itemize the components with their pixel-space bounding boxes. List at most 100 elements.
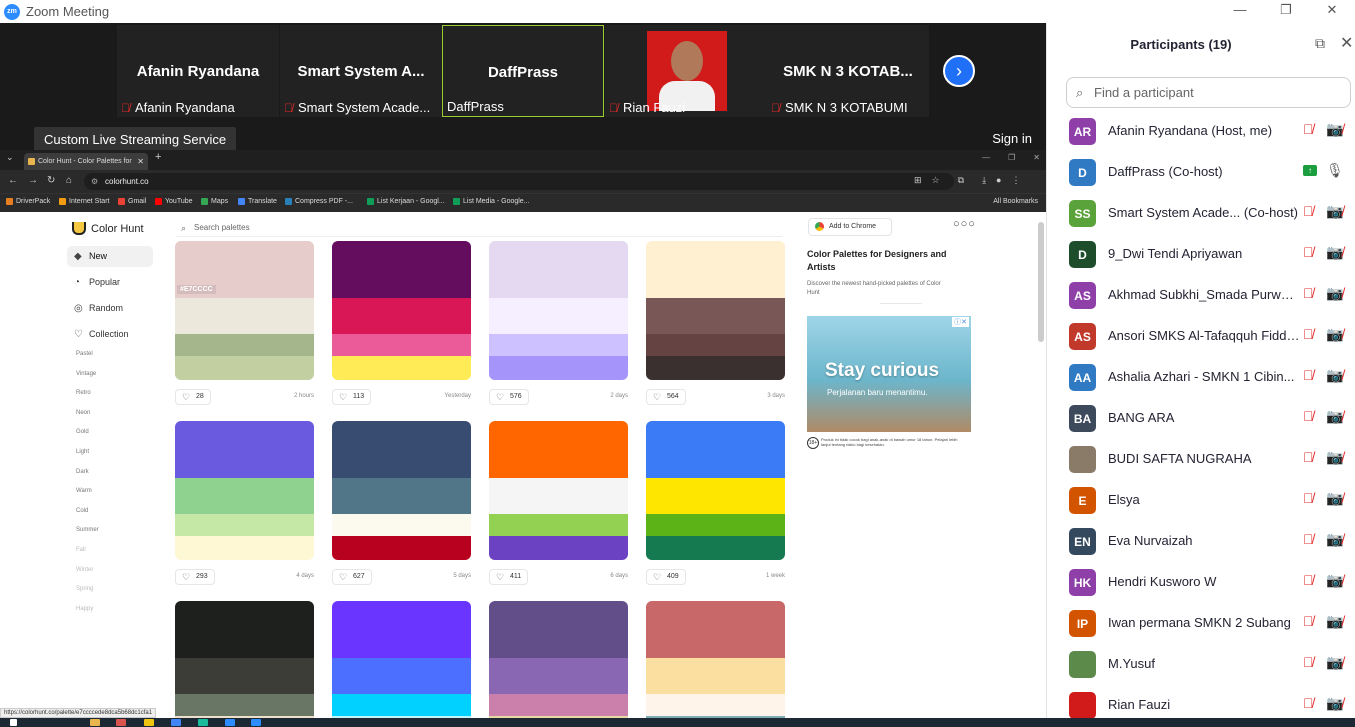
video-off-icon[interactable]: 📷̸ <box>1326 695 1343 712</box>
palette-swatch[interactable] <box>489 421 628 478</box>
palette-swatch[interactable] <box>332 241 471 298</box>
page-scrollbar[interactable] <box>1038 222 1044 342</box>
more-options-icon[interactable]: ○○○ <box>953 218 976 230</box>
back-arrow-icon[interactable]: ← <box>8 175 18 186</box>
mic-muted-icon[interactable]: 🎙̸ <box>1303 613 1314 629</box>
participant-row[interactable]: AR Afanin Ryandana (Host, me) 🎙̸ 📷̸ <box>1047 111 1355 152</box>
mic-on-icon[interactable]: 🎙 <box>1326 162 1344 179</box>
tag-link[interactable]: Warm <box>76 488 92 494</box>
like-button[interactable]: ♡ 411 <box>489 569 529 585</box>
app-icon[interactable] <box>225 719 235 726</box>
new-tab-plus-icon[interactable]: + <box>155 151 161 163</box>
video-off-icon[interactable]: 📷̸ <box>1326 285 1343 302</box>
tag-link[interactable]: Light <box>76 449 89 455</box>
like-button[interactable]: ♡ 28 <box>175 389 211 405</box>
next-page-chevron-right-icon[interactable]: › <box>943 55 975 87</box>
palette-swatch[interactable] <box>175 601 314 658</box>
palette-swatch[interactable] <box>646 657 785 695</box>
close-window-button[interactable]: ✕ <box>1309 0 1355 23</box>
palette-swatch[interactable] <box>489 241 628 298</box>
palette-swatch[interactable] <box>489 514 628 537</box>
tab-search-chevron-down-icon[interactable]: ⌄ <box>6 152 14 163</box>
browser-minimize-icon[interactable]: — <box>982 153 990 162</box>
palette-swatch[interactable] <box>175 356 314 380</box>
participant-row[interactable]: AS Ansori SMKS Al-Tafaqquh Fiddi... 🎙̸ 📷̸ <box>1047 316 1355 357</box>
mic-muted-icon[interactable]: 🎙̸ <box>1303 326 1314 342</box>
palette-swatch[interactable] <box>332 334 471 357</box>
video-tile-active-speaker[interactable]: DaffPrass DaffPrass <box>442 25 604 117</box>
palette-swatch[interactable] <box>646 536 785 560</box>
sidebar-item-random[interactable]: ◎ Random <box>67 298 153 319</box>
download-icon[interactable]: ⤓ <box>982 175 986 186</box>
mic-muted-icon[interactable]: 🎙̸ <box>1303 285 1314 301</box>
palette-swatch[interactable] <box>646 334 785 357</box>
palette-swatch[interactable] <box>646 601 785 658</box>
bookmark-item[interactable]: List Kerjaan - Googl... <box>367 198 445 205</box>
restore-button[interactable]: ❐ <box>1263 0 1309 23</box>
video-tile[interactable]: 🎙̸ Rian Fauzi <box>605 25 767 117</box>
video-off-icon[interactable]: 📷̸ <box>1326 531 1343 548</box>
palette-swatch[interactable] <box>646 694 785 717</box>
bookmark-item[interactable]: YouTube <box>155 198 193 205</box>
tag-link[interactable]: Vintage <box>76 371 96 377</box>
palette-swatch[interactable] <box>489 297 628 335</box>
address-bar[interactable]: ⚙ colorhunt.co <box>84 173 954 190</box>
participant-row[interactable]: IP Iwan permana SMKN 2 Subang 🎙̸ 📷̸ <box>1047 603 1355 644</box>
participant-row[interactable]: HK Hendri Kusworo W 🎙̸ 📷̸ <box>1047 562 1355 603</box>
palette-swatch[interactable] <box>489 536 628 560</box>
video-tile[interactable]: Smart System A... 🎙̸ Smart System Acade..… <box>280 25 442 117</box>
palette-swatch[interactable] <box>332 657 471 695</box>
app-icon[interactable] <box>116 719 126 726</box>
bookmark-item[interactable]: Internet Start <box>59 198 109 205</box>
palette-swatch[interactable] <box>332 356 471 380</box>
like-button[interactable]: ♡ 293 <box>175 569 215 585</box>
palette-card[interactable] <box>332 601 471 718</box>
hex-code-chip[interactable]: #E7CCCC <box>177 285 216 294</box>
mic-muted-icon[interactable]: 🎙̸ <box>1303 203 1314 219</box>
video-tile[interactable]: Afanin Ryandana 🎙̸ Afanin Ryandana <box>117 25 279 117</box>
bookmark-item[interactable]: List Media - Google... <box>453 198 530 205</box>
browser-restore-icon[interactable]: ❐ <box>1008 153 1015 162</box>
browser-close-icon[interactable]: ✕ <box>1033 153 1040 162</box>
palette-card[interactable] <box>489 601 628 718</box>
palette-card[interactable] <box>489 241 628 380</box>
palette-card[interactable] <box>646 241 785 380</box>
palette-swatch[interactable] <box>332 297 471 335</box>
palette-swatch[interactable] <box>489 356 628 380</box>
like-button[interactable]: ♡ 564 <box>646 389 686 405</box>
mic-muted-icon[interactable]: 🎙̸ <box>1303 490 1314 506</box>
palette-swatch[interactable] <box>646 421 785 478</box>
reload-icon[interactable]: ↻ <box>47 175 55 186</box>
site-info-icon[interactable]: ⚙ <box>91 173 98 190</box>
start-icon[interactable] <box>10 719 17 726</box>
tag-link[interactable]: Winter <box>76 567 93 573</box>
palette-swatch[interactable] <box>175 514 314 537</box>
tag-link[interactable]: Neon <box>76 410 90 416</box>
palette-swatch[interactable] <box>332 694 471 717</box>
tag-link[interactable]: Spring <box>76 586 93 592</box>
participant-row[interactable]: BA BANG ARA 🎙̸ 📷̸ <box>1047 398 1355 439</box>
colorhunt-logo[interactable]: Color Hunt <box>72 222 144 235</box>
palette-card[interactable] <box>175 601 314 718</box>
video-tile[interactable]: SMK N 3 KOTAB... 🎙̸ SMK N 3 KOTABUMI <box>767 25 929 117</box>
palette-swatch[interactable] <box>489 694 628 717</box>
palette-search-input[interactable]: ⌕ Search palettes <box>176 219 782 237</box>
browser-menu-icon[interactable]: ⋮ <box>1011 175 1020 186</box>
bookmark-item[interactable]: Compress PDF -... <box>285 198 353 205</box>
find-participant-input[interactable]: ⌕ Find a participant <box>1066 77 1351 108</box>
palette-swatch[interactable] <box>332 421 471 478</box>
like-button[interactable]: ♡ 576 <box>489 389 529 405</box>
ad-close-icon[interactable]: ⓘ✕ <box>952 317 969 327</box>
participant-row[interactable]: D DaffPrass (Co-host) ↑ 🎙 <box>1047 152 1355 193</box>
participant-row[interactable]: Rian Fauzi 🎙̸ 📷̸ <box>1047 685 1355 718</box>
home-icon[interactable]: ⌂ <box>66 175 72 186</box>
palette-swatch[interactable] <box>332 601 471 658</box>
mic-muted-icon[interactable]: 🎙̸ <box>1303 572 1314 588</box>
video-off-icon[interactable]: 📷̸ <box>1326 654 1343 671</box>
palette-swatch[interactable] <box>175 421 314 478</box>
tag-link[interactable]: Retro <box>76 390 91 396</box>
sign-in-link[interactable]: Sign in <box>992 131 1032 146</box>
palette-swatch[interactable] <box>646 514 785 537</box>
video-off-icon[interactable]: 📷̸ <box>1326 203 1343 220</box>
bookmark-star-icon[interactable]: ☆ <box>932 175 940 186</box>
